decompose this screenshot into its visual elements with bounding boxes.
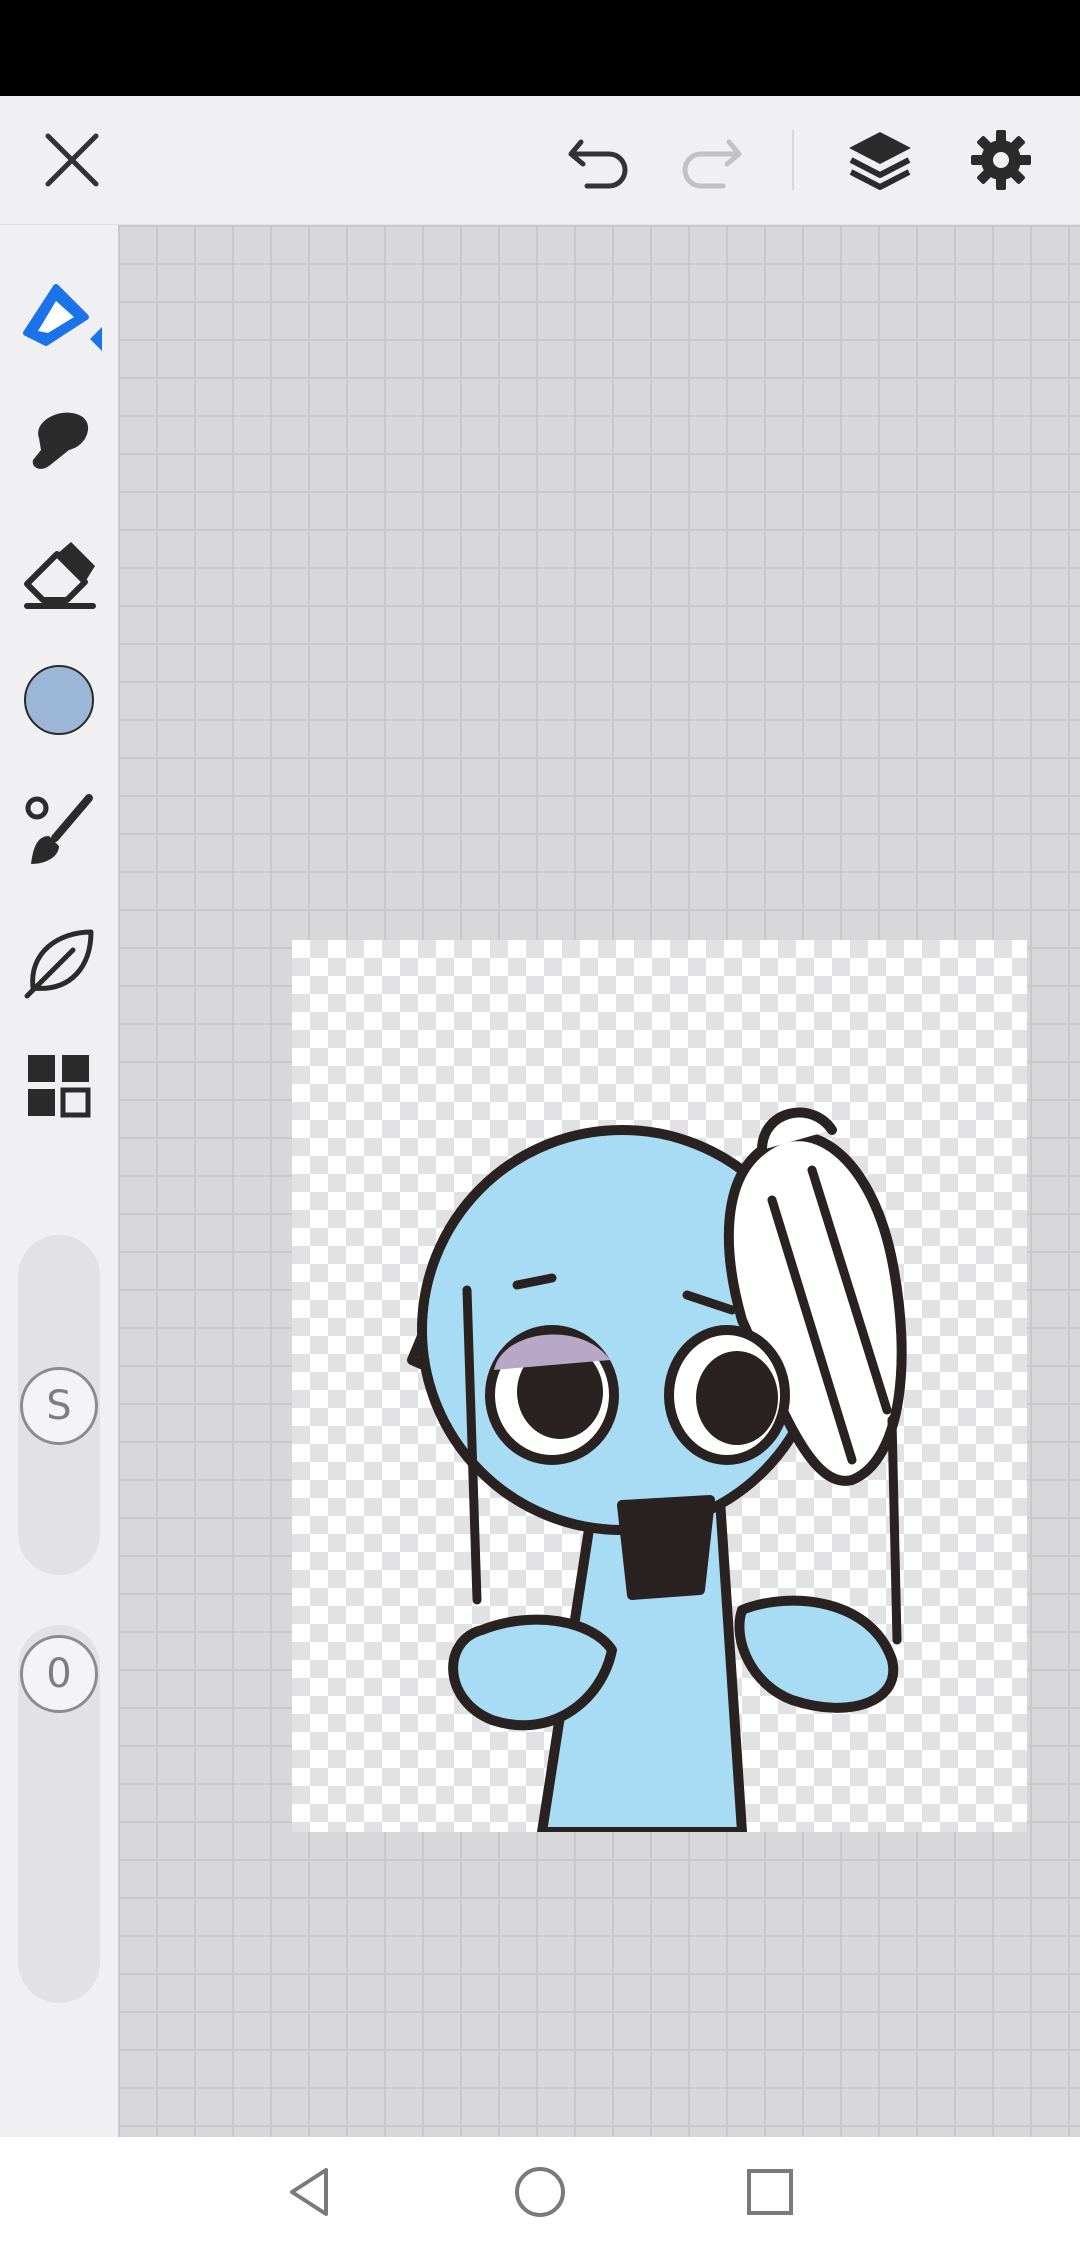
back-icon	[290, 2168, 328, 2216]
home-button[interactable]	[505, 2157, 575, 2227]
recents-button[interactable]	[735, 2157, 805, 2227]
character-artwork	[407, 1107, 907, 1832]
home-icon	[515, 2167, 565, 2217]
pen-tool-button[interactable]	[8, 265, 110, 367]
back-button[interactable]	[275, 2157, 345, 2227]
gear-icon	[971, 130, 1031, 190]
drawing-canvas[interactable]	[292, 940, 1027, 1832]
settings-button[interactable]	[953, 112, 1049, 208]
close-icon	[45, 133, 99, 187]
brush-settings-icon	[25, 794, 93, 864]
brush-size-knob[interactable]: S	[20, 1367, 98, 1445]
opacity-value: 0	[46, 1651, 72, 1697]
current-color-swatch	[24, 665, 94, 735]
drawing-workspace[interactable]	[118, 225, 1080, 2137]
system-navigation-bar	[0, 2137, 1080, 2244]
tool-sidebar: S 0	[0, 225, 118, 2137]
leaf-tool-button[interactable]	[8, 911, 110, 1013]
undo-button[interactable]	[552, 112, 648, 208]
grid-icon	[28, 1055, 91, 1118]
gallery-tool-button[interactable]	[8, 1035, 110, 1137]
close-button[interactable]	[24, 112, 120, 208]
redo-icon	[682, 139, 742, 189]
smudge-icon	[32, 412, 89, 469]
toolbar-divider	[792, 130, 794, 190]
opacity-knob[interactable]: 0	[20, 1635, 98, 1713]
color-picker-button[interactable]	[8, 649, 110, 751]
opacity-slider[interactable]: 0	[18, 1625, 100, 2003]
redo-button[interactable]	[662, 112, 758, 208]
brush-settings-button[interactable]	[8, 781, 110, 883]
brush-size-label: S	[46, 1383, 72, 1429]
pen-icon	[23, 284, 102, 351]
eraser-icon	[24, 542, 96, 609]
leaf-icon	[24, 929, 94, 999]
brush-size-slider[interactable]: S	[18, 1235, 100, 1575]
eraser-tool-button[interactable]	[8, 523, 110, 625]
status-bar	[0, 0, 1080, 96]
smudge-tool-button[interactable]	[8, 391, 110, 493]
undo-icon	[568, 139, 628, 189]
layers-button[interactable]	[832, 112, 928, 208]
layers-icon	[849, 132, 911, 190]
recents-icon	[747, 2169, 793, 2215]
top-toolbar	[0, 96, 1080, 225]
